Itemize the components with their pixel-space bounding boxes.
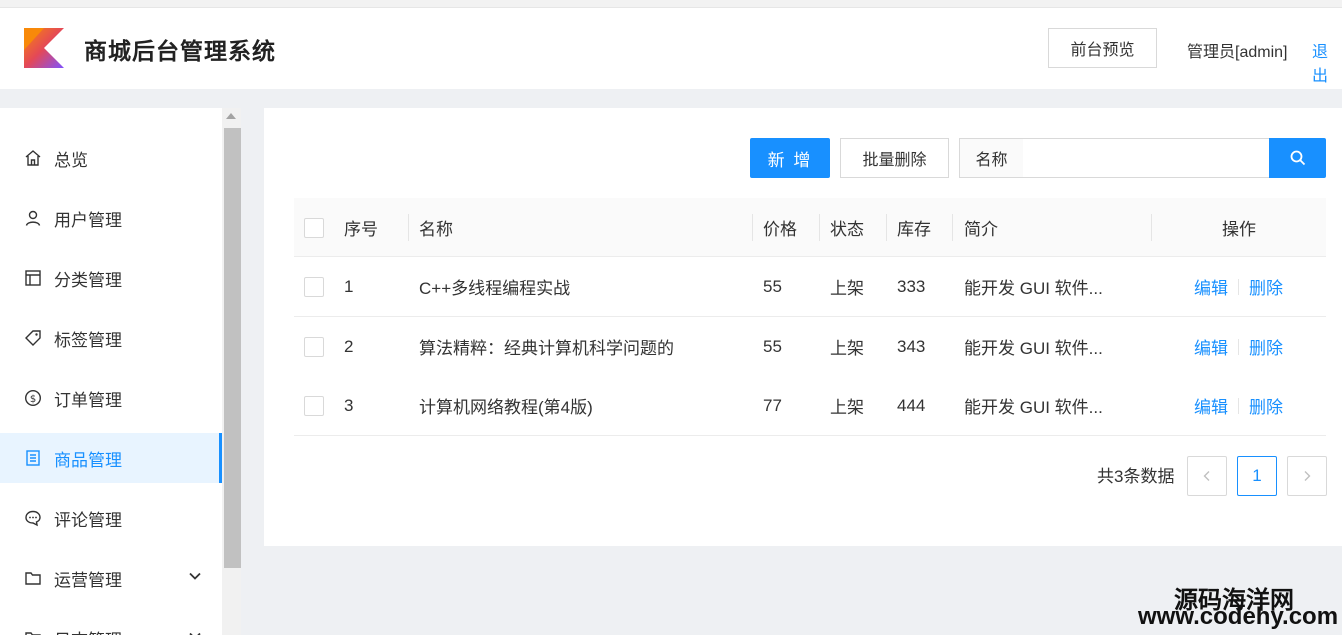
sidebar-item-label: 运营管理 <box>54 570 122 590</box>
column-header-desc: 简介 <box>964 219 998 239</box>
add-button[interactable]: 新 增 <box>750 138 830 178</box>
row-desc: 能开发 GUI 软件... <box>964 398 1103 417</box>
row-index: 1 <box>344 276 354 296</box>
row-status: 上架 <box>830 279 864 298</box>
next-page-button[interactable] <box>1287 456 1327 496</box>
column-header-index: 序号 <box>344 219 378 239</box>
edit-link[interactable]: 编辑 <box>1194 393 1228 418</box>
chevron-down-icon[interactable] <box>188 629 202 635</box>
chevron-down-icon[interactable] <box>188 569 202 583</box>
row-index: 2 <box>344 336 354 356</box>
home-icon <box>25 150 41 166</box>
row-actions: 编辑 删除 <box>1194 376 1283 435</box>
row-checkbox[interactable] <box>304 277 324 297</box>
sidebar-item-orders[interactable]: $ 订单管理 <box>0 373 222 423</box>
frontend-preview-button[interactable]: 前台预览 <box>1048 28 1157 68</box>
delete-link[interactable]: 删除 <box>1249 334 1283 359</box>
sidebar-item-logs[interactable]: 日志管理 <box>0 613 222 635</box>
user-icon <box>25 210 41 226</box>
search-field-label: 名称 <box>959 138 1024 178</box>
layout-icon <box>25 270 41 286</box>
table-row: 2 算法精粹：经典计算机科学问题的 55 上架 343 能开发 GUI 软件..… <box>294 317 1326 377</box>
svg-text:$: $ <box>30 394 36 405</box>
row-name: C++多线程编程实战 <box>419 279 571 298</box>
app-title: 商城后台管理系统 <box>84 38 276 64</box>
sidebar-item-label: 日志管理 <box>54 626 122 635</box>
table-row: 3 计算机网络教程(第4版) 77 上架 444 能开发 GUI 软件... 编… <box>294 376 1326 436</box>
current-user-label: 管理员[admin] <box>1187 44 1288 61</box>
column-header-stock: 库存 <box>897 219 931 239</box>
tag-icon <box>25 330 41 346</box>
sidebar-item-label: 标签管理 <box>54 330 122 350</box>
row-desc: 能开发 GUI 软件... <box>964 339 1103 358</box>
row-checkbox[interactable] <box>304 396 324 416</box>
sidebar-scroll-thumb[interactable] <box>224 128 241 568</box>
sidebar-item-label: 订单管理 <box>54 390 122 410</box>
folder-icon <box>25 572 41 585</box>
row-desc: 能开发 GUI 软件... <box>964 279 1103 298</box>
sidebar-item-label: 分类管理 <box>54 270 122 290</box>
kotlin-logo-icon <box>24 28 64 68</box>
watermark-url: www.codehy.com <box>1138 603 1339 630</box>
top-strip <box>0 0 1342 7</box>
row-status: 上架 <box>830 339 864 358</box>
edit-link[interactable]: 编辑 <box>1194 274 1228 299</box>
column-header-status: 状态 <box>830 219 864 239</box>
sidebar-item-overview[interactable]: 总览 <box>0 133 222 183</box>
sidebar-menu: 总览 用户管理 分类管理 标签管理 $ 订单管理 商品管理 评论管理 运营管理 … <box>0 108 222 635</box>
search-icon <box>1290 150 1305 166</box>
pagination-total: 共3条数据 <box>1097 467 1175 486</box>
folder-icon <box>25 632 41 635</box>
delete-link[interactable]: 删除 <box>1249 393 1283 418</box>
search-button[interactable] <box>1269 138 1326 178</box>
row-stock: 444 <box>897 395 926 415</box>
logout-link[interactable]: 退出 <box>1312 38 1342 86</box>
sidebar-item-products[interactable]: 商品管理 <box>0 433 222 483</box>
page-button-current[interactable]: 1 <box>1237 456 1277 496</box>
row-name: 计算机网络教程(第4版) <box>419 398 593 417</box>
sidebar-item-comments[interactable]: 评论管理 <box>0 493 222 543</box>
search-input[interactable] <box>1023 138 1270 178</box>
sidebar-item-categories[interactable]: 分类管理 <box>0 253 222 303</box>
sidebar-item-users[interactable]: 用户管理 <box>0 193 222 243</box>
sidebar-item-label: 商品管理 <box>54 450 122 470</box>
prev-page-button[interactable] <box>1187 456 1227 496</box>
delete-link[interactable]: 删除 <box>1249 274 1283 299</box>
row-actions: 编辑 删除 <box>1194 317 1283 376</box>
sidebar-item-operations[interactable]: 运营管理 <box>0 553 222 603</box>
row-stock: 343 <box>897 336 926 356</box>
chevron-left-icon <box>1203 471 1210 481</box>
sidebar-item-tags[interactable]: 标签管理 <box>0 313 222 363</box>
chevron-right-icon <box>1304 471 1311 481</box>
sidebar-item-label: 用户管理 <box>54 210 122 230</box>
select-all-checkbox[interactable] <box>304 218 324 238</box>
row-price: 55 <box>763 276 782 296</box>
row-index: 3 <box>344 395 354 415</box>
row-name: 算法精粹：经典计算机科学问题的 <box>419 339 674 358</box>
row-checkbox[interactable] <box>304 337 324 357</box>
scroll-up-arrow-icon[interactable] <box>226 113 236 119</box>
column-header-actions: 操作 <box>1222 219 1256 239</box>
edit-link[interactable]: 编辑 <box>1194 334 1228 359</box>
table-row: 1 C++多线程编程实战 55 上架 333 能开发 GUI 软件... 编辑删… <box>294 257 1326 317</box>
row-status: 上架 <box>830 398 864 417</box>
row-actions: 编辑 删除 <box>1194 257 1283 316</box>
row-price: 77 <box>763 395 782 415</box>
batch-delete-button[interactable]: 批量删除 <box>840 138 949 178</box>
sidebar-item-label: 评论管理 <box>54 510 122 530</box>
comment-icon <box>25 510 41 527</box>
column-header-price: 价格 <box>763 219 797 239</box>
dollar-icon: $ <box>24 389 42 407</box>
table-header: 序号 名称 价格 状态 库存 简介 操作 <box>294 198 1326 257</box>
sidebar-item-label: 总览 <box>54 150 88 170</box>
row-stock: 333 <box>897 276 926 296</box>
app-header: 商城后台管理系统 前台预览 管理员[admin] 退出 <box>0 7 1342 89</box>
column-header-name: 名称 <box>419 219 453 239</box>
row-price: 55 <box>763 336 782 356</box>
list-icon <box>26 450 40 466</box>
